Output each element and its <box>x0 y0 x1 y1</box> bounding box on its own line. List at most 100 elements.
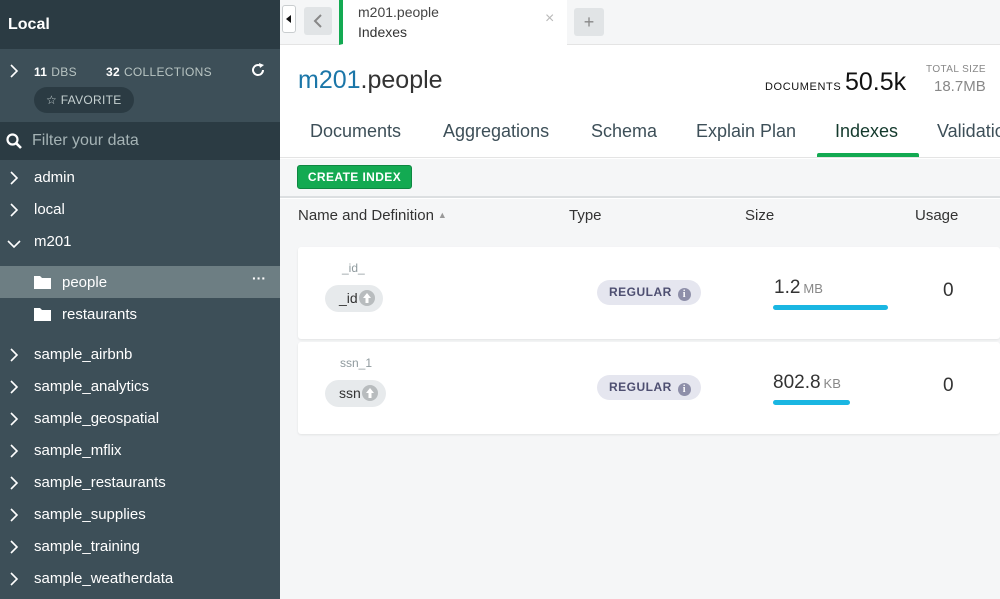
sidebar-db-admin[interactable]: admin <box>0 161 280 193</box>
tab-m201-people[interactable]: m201.people Indexes × <box>339 0 567 45</box>
collection-label: restaurants <box>62 306 138 323</box>
column-header-label: Name and Definition <box>298 207 434 224</box>
chevron-right-icon <box>9 476 19 494</box>
db-label: sample_airbnb <box>34 346 133 363</box>
index-size: 1.2 MB <box>774 277 823 299</box>
chevron-right-icon <box>9 203 19 221</box>
index-size-value: 1.2 <box>774 277 801 298</box>
sidebar-collection-people[interactable]: people ··· <box>0 266 280 298</box>
page-title: m201.people <box>298 66 443 95</box>
collections-count: 32 <box>106 65 120 79</box>
sidebar-db-m201[interactable]: m201 <box>0 225 280 257</box>
tab-documents[interactable]: Documents <box>310 121 401 142</box>
index-size-value: 802.8 <box>773 372 821 393</box>
total-size-label: TOTAL SIZE <box>926 64 986 75</box>
chevron-right-icon <box>9 412 19 430</box>
indexes-toolbar: CREATE INDEX <box>280 159 1000 198</box>
info-icon[interactable]: i <box>677 288 691 301</box>
documents-value: 50.5k <box>845 68 907 96</box>
favorite-label: FAVORITE <box>60 93 122 107</box>
favorite-button[interactable]: ☆ FAVORITE <box>34 87 134 113</box>
db-label: admin <box>34 169 75 186</box>
sidebar-collection-restaurants[interactable]: restaurants <box>0 298 280 330</box>
filter-bar <box>0 122 280 160</box>
info-icon[interactable]: i <box>677 383 691 396</box>
index-type: REGULAR <box>609 380 672 394</box>
indexes-table: Name and Definition ▲ Type Size Usage _id… <box>280 199 1000 599</box>
refresh-icon[interactable] <box>250 62 268 80</box>
sidebar-db-sample-airbnb[interactable]: sample_airbnb <box>0 338 280 370</box>
column-header-size[interactable]: Size <box>745 207 774 224</box>
sidebar-db-local[interactable]: local <box>0 193 280 225</box>
collections-label: COLLECTIONS <box>123 65 212 79</box>
compass-app: Local 11 DBS 32 COLLECTIONS ☆ FAVORITE F… <box>0 0 1000 599</box>
sidebar-db-sample-weatherdata[interactable]: sample_weatherdata <box>0 562 280 594</box>
collection-label: people <box>62 274 108 291</box>
index-type-badge: REGULAR i <box>597 280 701 305</box>
index-field: _id <box>339 290 358 306</box>
db-name: m201 <box>298 66 361 94</box>
db-label: sample_restaurants <box>34 474 166 491</box>
db-label: sample_supplies <box>34 506 146 523</box>
sidebar-db-sample-mflix[interactable]: sample_mflix <box>0 434 280 466</box>
close-icon[interactable]: × <box>545 10 554 28</box>
index-size-bar <box>773 400 850 405</box>
more-options-icon[interactable]: ··· <box>252 270 266 286</box>
active-tab-indicator <box>817 153 919 157</box>
caret-left-icon <box>286 15 291 23</box>
table-row: ssn_1 ssn REGULAR i 802.8 KB 0 <box>298 342 1000 434</box>
arrow-up-icon <box>358 290 375 306</box>
tab-bar: m201.people Indexes × + <box>280 0 1000 45</box>
table-row: _id_ _id REGULAR i 1.2 MB 0 <box>298 247 1000 339</box>
chevron-right-icon <box>9 444 19 462</box>
column-header-name[interactable]: Name and Definition ▲ <box>298 207 447 224</box>
column-header-type[interactable]: Type <box>569 207 602 224</box>
index-type: REGULAR <box>609 285 672 299</box>
create-index-button[interactable]: CREATE INDEX <box>297 165 412 189</box>
tab-namespace: m201.people <box>358 4 439 20</box>
chevron-left-icon <box>313 14 322 28</box>
dbs-stat: 11 DBS <box>34 65 77 79</box>
collapse-sidebar-button[interactable] <box>282 5 296 33</box>
tab-indexes[interactable]: Indexes <box>835 121 898 142</box>
index-type-badge: REGULAR i <box>597 375 701 400</box>
folder-icon <box>34 307 51 325</box>
chevron-right-icon <box>9 348 19 366</box>
sidebar-db-sample-geospatial[interactable]: sample_geospatial <box>0 402 280 434</box>
index-name: _id_ <box>342 261 365 275</box>
index-field-pill: ssn <box>325 380 386 407</box>
sidebar-db-sample-supplies[interactable]: sample_supplies <box>0 498 280 530</box>
index-name: ssn_1 <box>340 356 373 370</box>
sidebar: Local 11 DBS 32 COLLECTIONS ☆ FAVORITE F… <box>0 0 280 599</box>
db-label: sample_weatherdata <box>34 570 174 587</box>
chevron-right-icon[interactable] <box>9 64 19 83</box>
index-size: 802.8 KB <box>773 372 841 394</box>
index-size-unit: KB <box>823 376 841 391</box>
back-button[interactable] <box>304 7 332 35</box>
tab-explain-plan[interactable]: Explain Plan <box>696 121 796 142</box>
chevron-right-icon <box>9 380 19 398</box>
db-label: local <box>34 201 65 218</box>
index-field-pill: _id <box>325 285 383 312</box>
filter-input[interactable] <box>32 130 262 152</box>
sidebar-db-sample-analytics[interactable]: sample_analytics <box>0 370 280 402</box>
db-label: sample_training <box>34 538 140 555</box>
new-tab-button[interactable]: + <box>574 8 604 36</box>
dbs-count: 11 <box>34 65 48 79</box>
column-header-usage[interactable]: Usage <box>915 207 958 224</box>
chevron-down-icon <box>7 236 21 253</box>
tab-validation[interactable]: Validatio <box>937 121 1000 142</box>
index-field: ssn <box>339 385 361 401</box>
chevron-right-icon <box>9 171 19 189</box>
tab-aggregations[interactable]: Aggregations <box>443 121 549 142</box>
sidebar-db-sample-training[interactable]: sample_training <box>0 530 280 562</box>
db-label: sample_mflix <box>34 442 122 459</box>
total-size-value: 18.7MB <box>934 78 986 95</box>
collection-tabs: Documents Aggregations Schema Explain Pl… <box>280 112 1000 158</box>
documents-label: DOCUMENTS <box>765 81 842 93</box>
database-list: admin local m201 people ··· restaurants <box>0 161 280 594</box>
folder-icon <box>34 275 51 293</box>
tab-schema[interactable]: Schema <box>591 121 657 142</box>
star-icon: ☆ <box>46 93 58 107</box>
sidebar-db-sample-restaurants[interactable]: sample_restaurants <box>0 466 280 498</box>
